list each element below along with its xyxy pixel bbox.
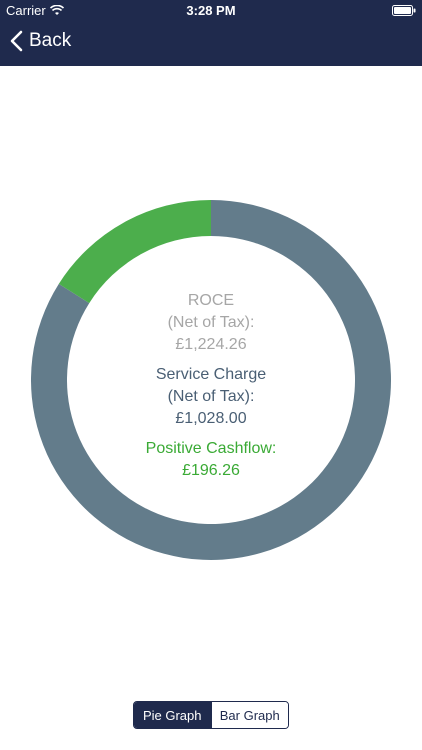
status-time: 3:28 PM [186, 3, 236, 18]
roce-value: £1,224.26 [175, 336, 247, 353]
roce-title: ROCE [187, 292, 235, 309]
service-charge-value: £1,028.00 [175, 410, 247, 427]
chevron-left-icon [10, 30, 23, 52]
navigation-bar: Back [0, 22, 422, 66]
roce-subtitle: (Net of Tax): [167, 314, 255, 331]
cashflow-value: £196.26 [182, 462, 240, 479]
service-charge-subtitle: (Net of Tax): [167, 388, 255, 405]
service-charge-title: Service Charge [155, 366, 267, 383]
pie-graph-tab[interactable]: Pie Graph [134, 702, 211, 728]
status-bar: Carrier 3:28 PM [0, 0, 422, 22]
donut-chart: ROCE (Net of Tax): £1,224.26 Service Cha… [0, 190, 422, 570]
cashflow-title: Positive Cashflow: [145, 440, 277, 457]
chart-center-summary: ROCE (Net of Tax): £1,224.26 Service Cha… [111, 290, 311, 482]
back-label: Back [29, 30, 72, 51]
graph-type-segmented-control: Pie Graph Bar Graph [133, 701, 289, 729]
bar-graph-tab[interactable]: Bar Graph [210, 702, 288, 728]
battery-icon [392, 5, 416, 16]
donut-slice-1 [58, 200, 211, 304]
back-button[interactable]: Back [10, 30, 71, 52]
